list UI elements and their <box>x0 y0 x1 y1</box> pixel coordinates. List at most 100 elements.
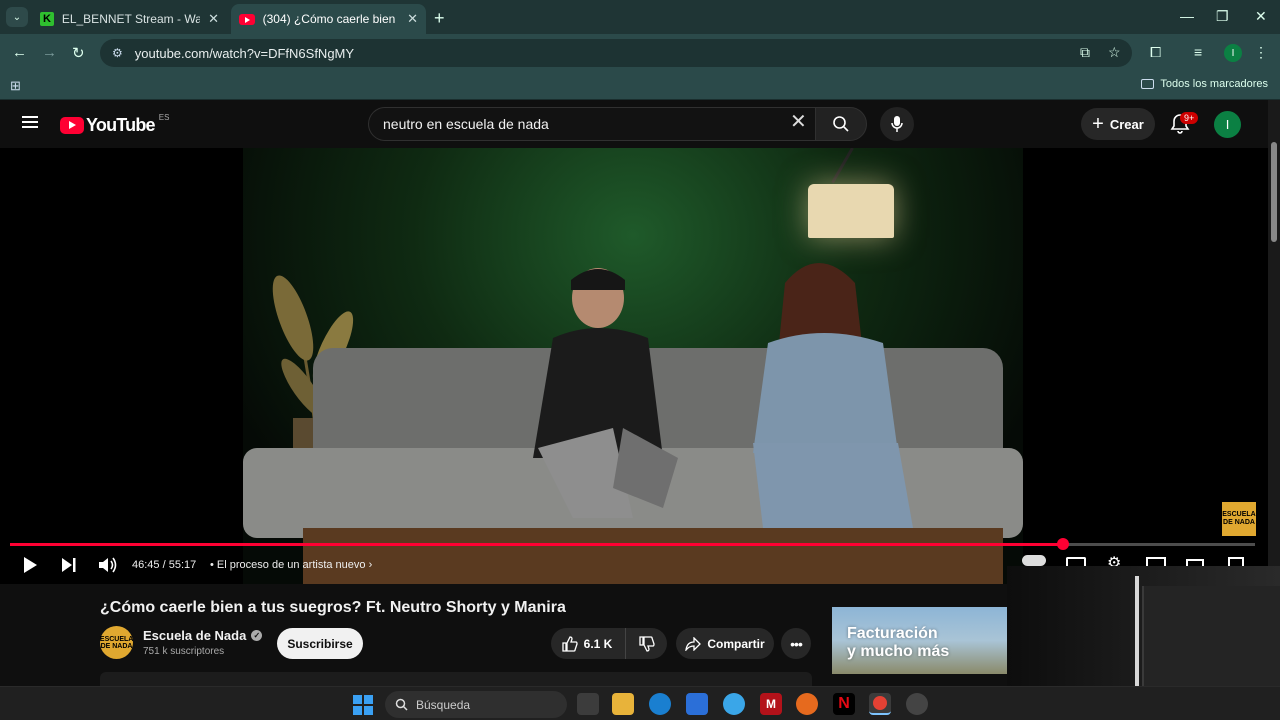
kick-favicon-icon: K <box>40 12 54 26</box>
all-bookmarks-button[interactable]: Todos los marcadores <box>1141 78 1268 90</box>
youtube-logo[interactable]: YouTube ES <box>60 113 170 136</box>
progress-scrubber[interactable] <box>1056 538 1069 550</box>
share-arrow-icon <box>685 636 702 651</box>
browser-menu-icon[interactable]: ⋮ <box>1254 44 1268 61</box>
file-explorer-icon[interactable] <box>612 693 634 715</box>
windows-start-icon[interactable] <box>353 695 373 715</box>
dislike-button[interactable] <box>625 628 667 659</box>
webcam-overlay <box>1007 566 1280 686</box>
duration: 55:17 <box>168 559 197 571</box>
site-info-icon[interactable]: ⚙ <box>112 46 123 60</box>
ad-text: Facturación y mucho más <box>847 625 949 661</box>
search-input[interactable]: neutro en escuela de nada <box>368 107 816 141</box>
tab-search-button[interactable]: ⌄ <box>6 7 28 27</box>
subscribe-button[interactable]: Suscribirse <box>277 628 363 659</box>
current-time: 46:45 <box>132 559 160 571</box>
youtube-play-logo-icon <box>60 117 84 134</box>
close-tab-icon[interactable]: ✕ <box>208 11 219 27</box>
browser-profile-avatar[interactable]: I <box>1224 44 1242 62</box>
subtitles-icon[interactable] <box>1066 557 1086 566</box>
obs-recording-icon[interactable] <box>906 693 928 715</box>
video-title: ¿Cómo caerle bien a tus suegros? Ft. Neu… <box>100 599 566 616</box>
create-label: Crear <box>1109 116 1144 132</box>
tab-youtube-video[interactable]: (304) ¿Cómo caerle bien a tus suegros ✕ <box>231 4 426 34</box>
netflix-icon[interactable]: N <box>833 693 855 715</box>
thumbs-up-icon <box>562 635 578 652</box>
coffee-table <box>303 528 1003 584</box>
channel-avatar[interactable]: ESCUELA DE NADA <box>100 626 133 659</box>
bookmark-star-icon[interactable]: ☆ <box>1108 44 1121 61</box>
all-bookmarks-label: Todos los marcadores <box>1160 78 1268 90</box>
chevron-down-icon: ⌄ <box>12 11 22 23</box>
address-bar[interactable]: ⚙ youtube.com/watch?v=DFfN6SfNgMY <box>100 39 1132 67</box>
new-tab-icon[interactable]: + <box>434 8 445 29</box>
hamburger-menu-icon[interactable] <box>22 116 38 128</box>
guest-person-right <box>753 263 913 528</box>
install-app-icon[interactable]: ⧉ <box>1080 44 1090 61</box>
forward-arrow-icon[interactable]: → <box>42 44 57 61</box>
like-button[interactable]: 6.1 K <box>551 628 623 659</box>
search-icon <box>395 698 408 711</box>
media-controls-icon[interactable]: ≡ <box>1194 44 1202 60</box>
weather-app-icon[interactable] <box>723 693 745 715</box>
extensions-icon[interactable]: ⧠ <box>1150 44 1161 61</box>
verified-check-icon: ✓ <box>251 630 263 641</box>
video-player[interactable] <box>0 148 1268 584</box>
clear-search-icon[interactable]: ✕ <box>790 112 807 132</box>
reload-icon[interactable]: ↻ <box>72 44 85 62</box>
chapter-button[interactable]: • El proceso de un artista nuevo › <box>210 559 372 571</box>
create-button[interactable]: + Crear <box>1081 108 1155 140</box>
webcam-room <box>1142 586 1280 686</box>
apps-grid-icon[interactable]: ⊞ <box>10 78 21 94</box>
search-button[interactable] <box>815 107 867 141</box>
voice-search-button[interactable] <box>880 107 914 141</box>
miniplayer-icon[interactable] <box>1146 557 1166 566</box>
time-separator: / <box>159 559 169 571</box>
firefox-icon[interactable] <box>796 693 818 715</box>
chapter-bullet: • <box>210 559 214 571</box>
folder-icon <box>1141 79 1155 89</box>
account-avatar[interactable]: I <box>1214 111 1241 138</box>
chapter-title: El proceso de un artista nuevo <box>216 559 366 571</box>
next-video-icon[interactable] <box>60 556 78 574</box>
chevron-right-icon: › <box>368 559 373 571</box>
edge-browser-icon[interactable] <box>649 693 671 715</box>
mcafee-icon[interactable]: M <box>760 693 782 715</box>
task-view-icon[interactable] <box>577 693 599 715</box>
tab-title: (304) ¿Cómo caerle bien a tus suegros <box>262 12 400 26</box>
tab-kick-stream[interactable]: K EL_BENNET Stream - Watch Live ✕ <box>32 4 227 34</box>
window-close-icon[interactable]: ✕ <box>1255 8 1267 25</box>
microphone-icon <box>891 116 903 132</box>
youtube-header: YouTube ES neutro en escuela de nada ✕ +… <box>0 100 1268 148</box>
chrome-icon[interactable] <box>869 693 891 715</box>
progress-bar[interactable] <box>10 538 1255 550</box>
volume-icon[interactable] <box>98 556 118 574</box>
country-code: ES <box>158 113 170 122</box>
ad-banner[interactable]: Facturación y mucho más <box>832 607 1007 674</box>
video-frame[interactable] <box>243 148 1023 584</box>
more-actions-icon[interactable]: ••• <box>781 628 811 659</box>
channel-watermark[interactable]: ESCUELA DE NADA <box>1222 502 1256 536</box>
windows-taskbar: Búsqueda M N <box>0 686 1280 720</box>
play-icon[interactable] <box>22 556 38 574</box>
close-tab-icon[interactable]: ✕ <box>407 11 418 27</box>
autoplay-toggle[interactable] <box>1022 555 1046 566</box>
taskbar-search[interactable]: Búsqueda <box>385 691 567 718</box>
microsoft-store-icon[interactable] <box>686 693 708 715</box>
taskbar-search-placeholder: Búsqueda <box>416 697 471 712</box>
chrome-logo-icon <box>873 696 887 710</box>
description-box[interactable] <box>100 672 812 686</box>
share-button[interactable]: Compartir <box>676 628 774 659</box>
like-count: 6.1 K <box>583 636 613 651</box>
channel-name-link[interactable]: Escuela de Nada ✓ <box>143 628 263 643</box>
notification-count-badge: 9+ <box>1180 112 1199 124</box>
back-arrow-icon[interactable]: ← <box>12 44 27 61</box>
minimize-icon[interactable]: — <box>1180 8 1194 24</box>
scrollbar-thumb[interactable] <box>1271 142 1277 242</box>
restore-icon[interactable]: ❐ <box>1216 8 1229 25</box>
youtube-favicon-icon <box>239 13 255 25</box>
fullscreen-icon[interactable] <box>1228 557 1244 566</box>
ad-text-line2: y mucho más <box>847 643 950 660</box>
progress-played <box>10 543 1063 546</box>
theater-mode-icon[interactable] <box>1186 559 1204 566</box>
